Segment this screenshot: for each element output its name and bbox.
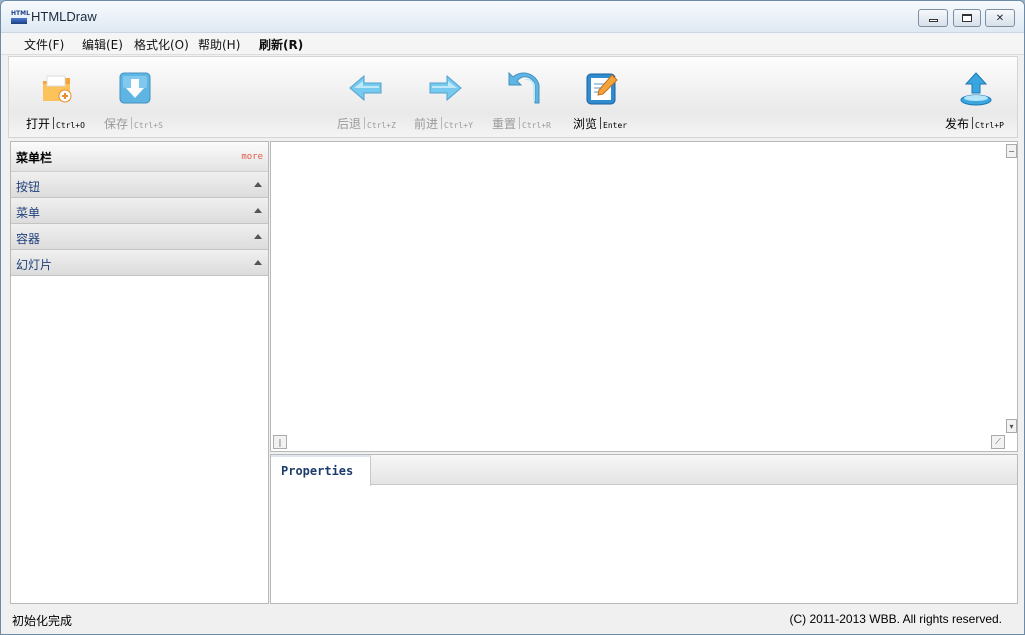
section-menus[interactable]: 菜单 [11, 198, 268, 224]
notepad-pencil-icon [586, 73, 618, 105]
design-canvas[interactable]: − | ⟋ ▾ [270, 141, 1018, 452]
browse-shortcut: Enter [603, 121, 628, 130]
section-label: 菜单 [16, 206, 41, 220]
title-bar[interactable]: HTML HTMLDraw ✕ [1, 1, 1024, 33]
toolbar: 打开 Ctrl+O 保存 Ctrl+S 后退 Ctrl+Z 前进 Ctrl+Y … [8, 56, 1018, 138]
component-panel: 菜单栏 more 按钮 菜单 容器 幻灯片 [10, 141, 269, 604]
save-button[interactable]: 保存 Ctrl+S [104, 67, 174, 135]
menu-file[interactable]: 文件(F) [24, 36, 64, 53]
browse-button[interactable]: 浏览 Enter [573, 67, 643, 135]
browse-label: 浏览 [573, 117, 598, 131]
collapse-caret-icon[interactable] [254, 182, 262, 187]
back-shortcut: Ctrl+Z [367, 121, 396, 130]
minimize-icon [928, 19, 938, 22]
undo-reset-icon [508, 71, 540, 104]
status-bar: 初始化完成 (C) 2011-2013 WBB. All rights rese… [1, 607, 1024, 634]
arrow-left-icon [349, 74, 382, 102]
section-containers[interactable]: 容器 [11, 224, 268, 250]
canvas-corner-handle-icon[interactable]: − [1006, 144, 1017, 158]
section-label: 幻灯片 [16, 258, 53, 272]
properties-tabstrip: Properties [271, 455, 1017, 486]
forward-button[interactable]: 前进 Ctrl+Y [414, 67, 484, 135]
menu-refresh[interactable]: 刷新(R) [259, 36, 303, 53]
collapse-caret-icon[interactable] [254, 260, 262, 265]
copyright-text: (C) 2011-2013 WBB. All rights reserved. [789, 612, 1002, 626]
open-shortcut: Ctrl+O [56, 121, 85, 130]
app-window: HTML HTMLDraw ✕ 文件(F) 编辑(E) 格式化(O) 帮助(H)… [0, 0, 1025, 635]
section-slides[interactable]: 幻灯片 [11, 250, 268, 276]
arrow-right-icon [429, 74, 462, 102]
forward-label: 前进 [414, 117, 439, 131]
menu-edit[interactable]: 编辑(E) [82, 36, 123, 53]
reset-label: 重置 [492, 117, 517, 131]
section-label: 容器 [16, 232, 41, 246]
menu-help[interactable]: 帮助(H) [198, 36, 240, 53]
save-download-icon [119, 72, 151, 104]
window-title: HTMLDraw [31, 9, 97, 24]
properties-panel: Properties [270, 454, 1018, 604]
save-shortcut: Ctrl+S [134, 121, 163, 130]
publish-shortcut: Ctrl+P [975, 121, 1004, 130]
section-buttons[interactable]: 按钮 [11, 172, 268, 198]
status-message: 初始化完成 [12, 614, 73, 628]
upload-icon [960, 72, 992, 106]
menu-format[interactable]: 格式化(O) [134, 36, 189, 53]
publish-button[interactable]: 发布 Ctrl+P [945, 67, 1011, 135]
reset-shortcut: Ctrl+R [522, 121, 551, 130]
save-label: 保存 [104, 117, 129, 131]
tab-properties[interactable]: Properties [271, 455, 371, 486]
collapse-caret-icon[interactable] [254, 208, 262, 213]
close-icon: ✕ [995, 12, 1005, 24]
maximize-button[interactable] [953, 9, 981, 27]
canvas-resize-handle-right-icon[interactable]: ⟋ [991, 435, 1005, 449]
minimize-button[interactable] [918, 9, 948, 27]
maximize-icon [962, 14, 972, 22]
panel-title: 菜单栏 [16, 151, 53, 165]
open-button[interactable]: 打开 Ctrl+O [26, 67, 96, 135]
forward-shortcut: Ctrl+Y [444, 121, 473, 130]
folder-icon [43, 75, 72, 103]
scroll-down-icon[interactable]: ▾ [1006, 419, 1017, 433]
collapse-caret-icon[interactable] [254, 234, 262, 239]
open-label: 打开 [26, 117, 51, 131]
panel-header: 菜单栏 more [11, 142, 268, 172]
app-icon: HTML [11, 10, 30, 24]
reset-button[interactable]: 重置 Ctrl+R [492, 67, 562, 135]
section-label: 按钮 [16, 180, 41, 194]
close-button[interactable]: ✕ [985, 9, 1015, 27]
more-link[interactable]: more [241, 152, 263, 162]
menu-bar: 文件(F) 编辑(E) 格式化(O) 帮助(H) 刷新(R) [1, 33, 1024, 55]
back-button[interactable]: 后退 Ctrl+Z [337, 67, 407, 135]
canvas-resize-handle-left-icon[interactable]: | [273, 435, 287, 449]
back-label: 后退 [337, 117, 362, 131]
publish-label: 发布 [945, 117, 970, 131]
